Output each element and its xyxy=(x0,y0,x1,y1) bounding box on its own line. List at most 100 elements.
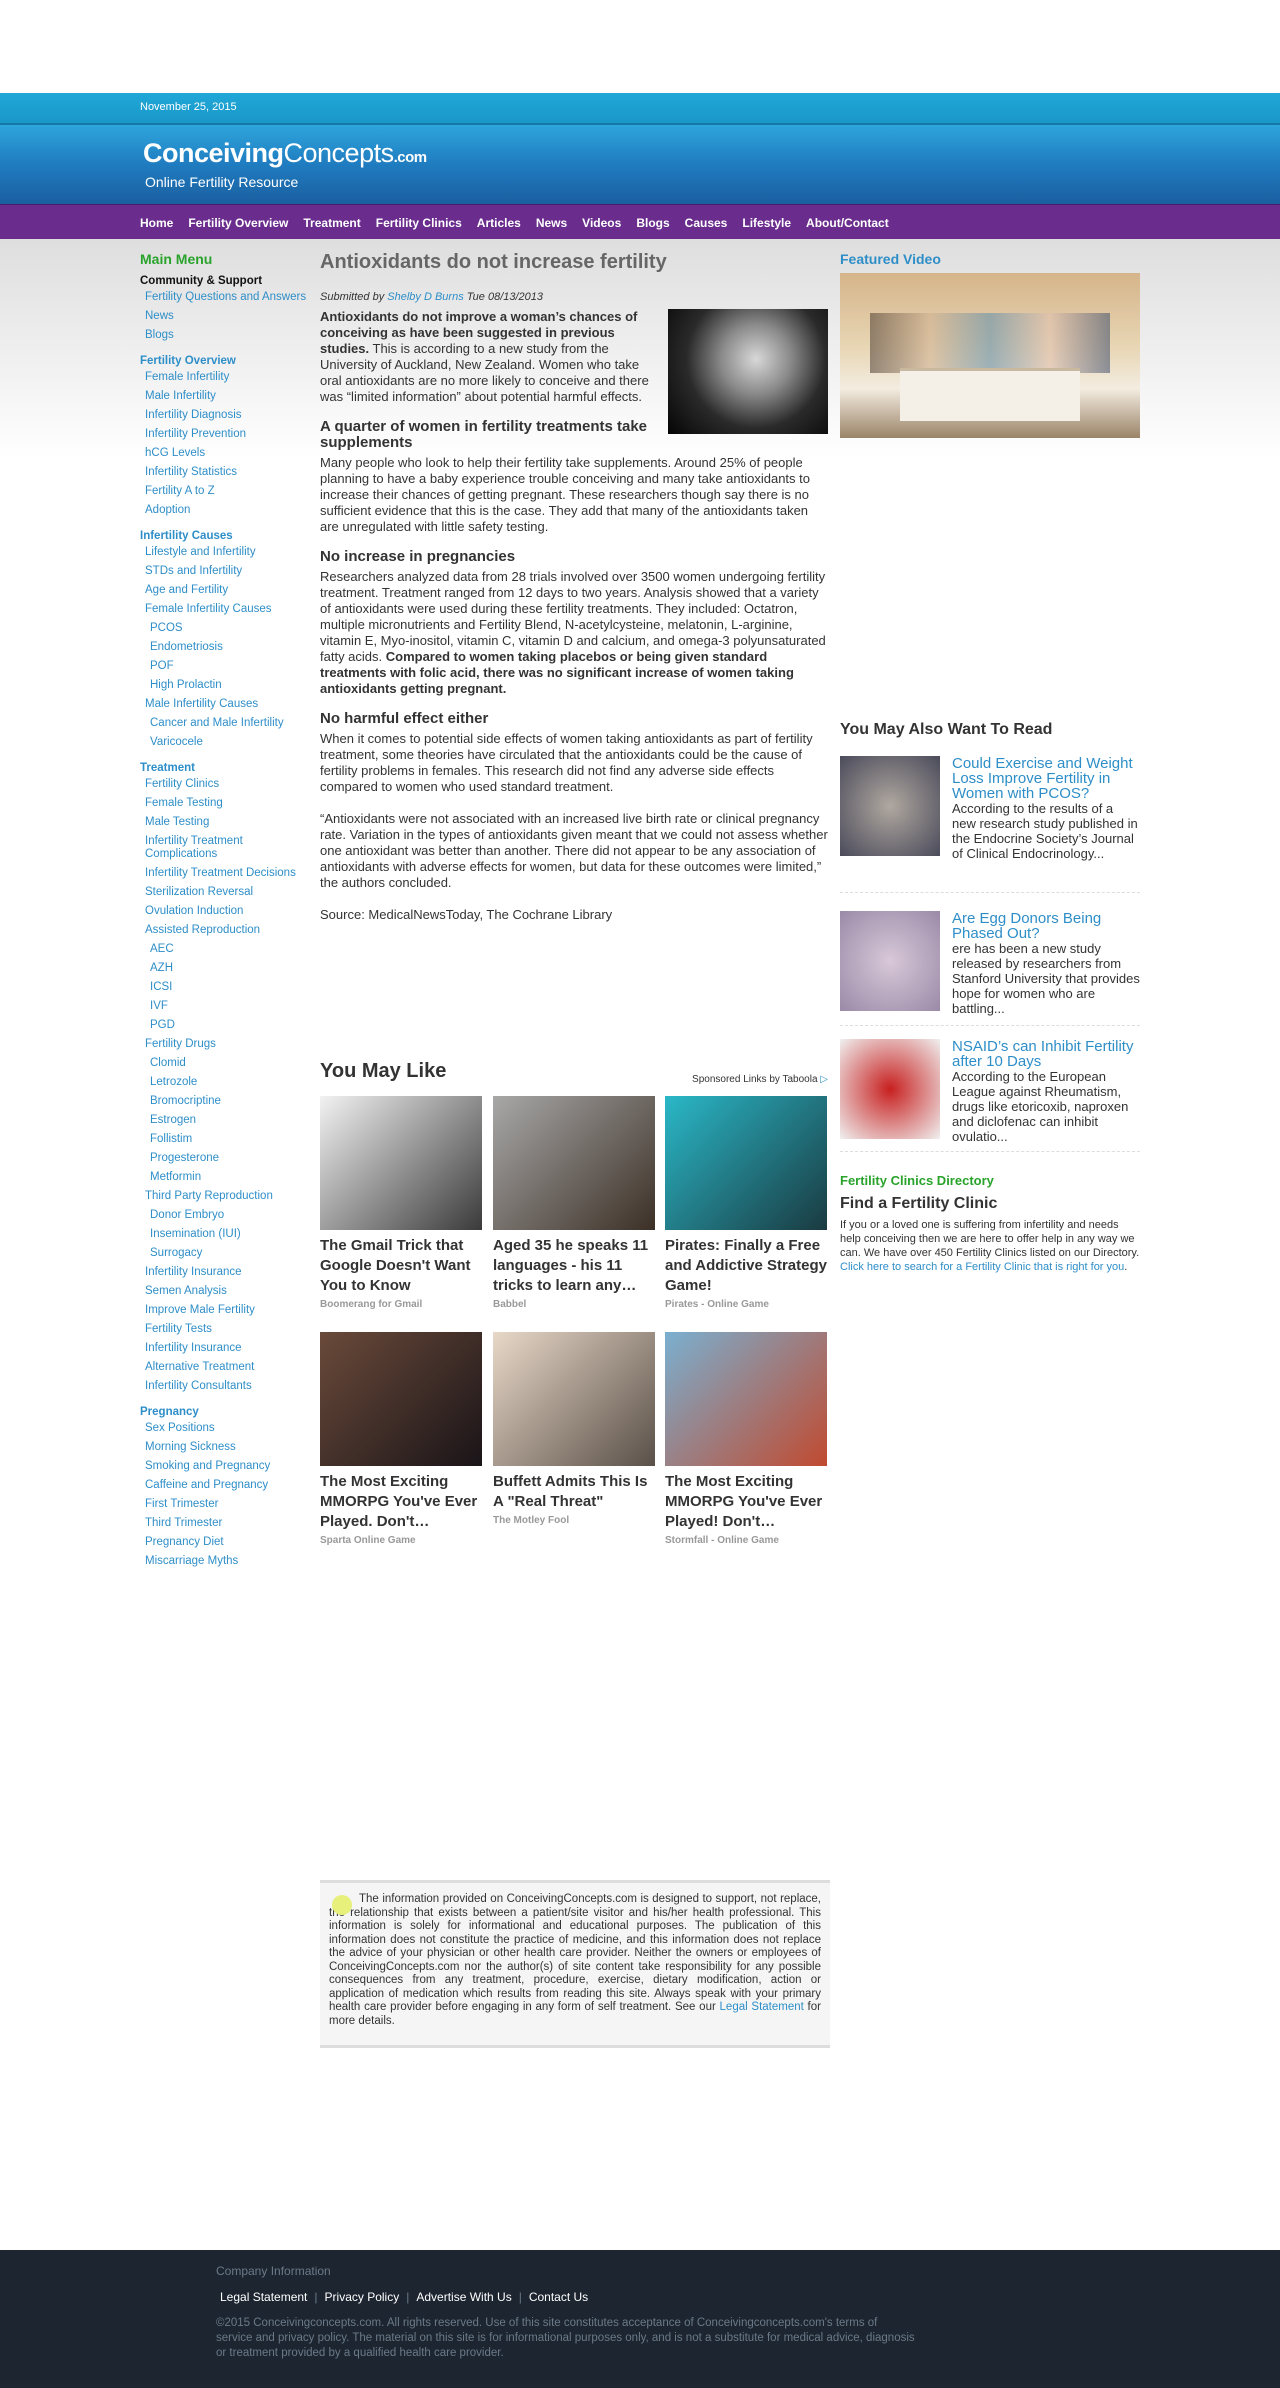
footer-link-privacy-policy[interactable]: Privacy Policy xyxy=(325,2290,400,2304)
sidebar-item-azh[interactable]: AZH xyxy=(150,962,310,975)
sidebar-item-fertility-drugs[interactable]: Fertility Drugs xyxy=(145,1038,310,1051)
nav-item-videos[interactable]: Videos xyxy=(582,216,621,230)
sidebar-item-infertility-insurance[interactable]: Infertility Insurance xyxy=(145,1342,310,1355)
sidebar-item-caffeine-and-pregnancy[interactable]: Caffeine and Pregnancy xyxy=(145,1479,310,1492)
sidebar-item-follistim[interactable]: Follistim xyxy=(150,1133,310,1146)
sidebar-item-endometriosis[interactable]: Endometriosis xyxy=(150,641,310,654)
sidebar-item-alternative-treatment[interactable]: Alternative Treatment xyxy=(145,1361,310,1374)
sidebar-section-pregnancy[interactable]: Pregnancy xyxy=(140,1406,310,1418)
sidebar-item-progesterone[interactable]: Progesterone xyxy=(150,1152,310,1165)
sidebar-item-fertility-tests[interactable]: Fertility Tests xyxy=(145,1323,310,1336)
sponsored-card[interactable]: The Gmail Trick that Google Doesn't Want… xyxy=(320,1096,482,1310)
sidebar-item-infertility-prevention[interactable]: Infertility Prevention xyxy=(145,428,310,441)
sidebar-item-bromocriptine[interactable]: Bromocriptine xyxy=(150,1095,310,1108)
sidebar-item-age-and-fertility[interactable]: Age and Fertility xyxy=(145,584,310,597)
sidebar-item-fertility-a-to-z[interactable]: Fertility A to Z xyxy=(145,485,310,498)
sponsored-card[interactable]: The Most Exciting MMORPG You've Ever Pla… xyxy=(665,1332,827,1546)
sponsored-card-title[interactable]: Buffett Admits This Is A "Real Threat" xyxy=(493,1472,655,1512)
nav-item-news[interactable]: News xyxy=(536,216,567,230)
sidebar-item-news[interactable]: News xyxy=(145,310,310,323)
sidebar-item-letrozole[interactable]: Letrozole xyxy=(150,1076,310,1089)
sponsored-card-image[interactable] xyxy=(320,1332,482,1466)
sidebar-item-high-prolactin[interactable]: High Prolactin xyxy=(150,679,310,692)
clinic-search-link[interactable]: Click here to search for a Fertility Cli… xyxy=(840,1261,1124,1273)
nav-item-lifestyle[interactable]: Lifestyle xyxy=(742,216,791,230)
sidebar-item-adoption[interactable]: Adoption xyxy=(145,504,310,517)
sidebar-item-male-testing[interactable]: Male Testing xyxy=(145,816,310,829)
sidebar-item-pgd[interactable]: PGD xyxy=(150,1019,310,1032)
sponsored-card-image[interactable] xyxy=(493,1332,655,1466)
sidebar-item-semen-analysis[interactable]: Semen Analysis xyxy=(145,1285,310,1298)
sidebar-item-sex-positions[interactable]: Sex Positions xyxy=(145,1422,310,1435)
sidebar-item-pcos[interactable]: PCOS xyxy=(150,622,310,635)
related-article-title[interactable]: Are Egg Donors Being Phased Out? xyxy=(952,911,1140,941)
sidebar-section-infertility-causes[interactable]: Infertility Causes xyxy=(140,530,310,542)
site-logo[interactable]: ConceivingConcepts.com Online Fertility … xyxy=(143,139,427,190)
sponsored-card-image[interactable] xyxy=(665,1096,827,1230)
sidebar-item-fertility-clinics[interactable]: Fertility Clinics xyxy=(145,778,310,791)
nav-item-treatment[interactable]: Treatment xyxy=(303,216,360,230)
sidebar-item-pof[interactable]: POF xyxy=(150,660,310,673)
sidebar-item-assisted-reproduction[interactable]: Assisted Reproduction xyxy=(145,924,310,937)
sidebar-item-hcg-levels[interactable]: hCG Levels xyxy=(145,447,310,460)
sidebar-item-male-infertility-causes[interactable]: Male Infertility Causes xyxy=(145,698,310,711)
sidebar-item-blogs[interactable]: Blogs xyxy=(145,329,310,342)
sidebar-item-morning-sickness[interactable]: Morning Sickness xyxy=(145,1441,310,1454)
sponsored-card[interactable]: Buffett Admits This Is A "Real Threat" Th… xyxy=(493,1332,655,1526)
sponsored-card-title[interactable]: The Gmail Trick that Google Doesn't Want… xyxy=(320,1236,482,1296)
sidebar-item-third-party-reproduction[interactable]: Third Party Reproduction xyxy=(145,1190,310,1203)
sidebar-item-surrogacy[interactable]: Surrogacy xyxy=(150,1247,310,1260)
nav-item-blogs[interactable]: Blogs xyxy=(636,216,669,230)
sponsored-links[interactable]: Sponsored Links by Taboola ▷ xyxy=(692,1074,828,1085)
footer-link-legal-statement[interactable]: Legal Statement xyxy=(220,2290,307,2304)
sidebar-item-sterilization-reversal[interactable]: Sterilization Reversal xyxy=(145,886,310,899)
sidebar-item-donor-embryo[interactable]: Donor Embryo xyxy=(150,1209,310,1222)
sidebar-item-stds-and-infertility[interactable]: STDs and Infertility xyxy=(145,565,310,578)
sidebar-section-treatment[interactable]: Treatment xyxy=(140,762,310,774)
sidebar-section-fertility-overview[interactable]: Fertility Overview xyxy=(140,355,310,367)
sponsored-card[interactable]: Pirates: Finally a Free and Addictive St… xyxy=(665,1096,827,1310)
sidebar-item-improve-male-fertility[interactable]: Improve Male Fertility xyxy=(145,1304,310,1317)
sidebar-item-infertility-treatment-complications[interactable]: Infertility Treatment Complications xyxy=(145,835,310,861)
sidebar-item-metformin[interactable]: Metformin xyxy=(150,1171,310,1184)
sidebar-item-infertility-diagnosis[interactable]: Infertility Diagnosis xyxy=(145,409,310,422)
sidebar-item-varicocele[interactable]: Varicocele xyxy=(150,736,310,749)
sidebar-item-third-trimester[interactable]: Third Trimester xyxy=(145,1517,310,1530)
related-article-title[interactable]: NSAID’s can Inhibit Fertility after 10 D… xyxy=(952,1039,1140,1069)
related-article-title[interactable]: Could Exercise and Weight Loss Improve F… xyxy=(952,756,1140,801)
related-article[interactable]: Could Exercise and Weight Loss Improve F… xyxy=(840,756,1140,893)
sidebar-item-infertility-consultants[interactable]: Infertility Consultants xyxy=(145,1380,310,1393)
nav-item-articles[interactable]: Articles xyxy=(477,216,521,230)
sidebar-item-ovulation-induction[interactable]: Ovulation Induction xyxy=(145,905,310,918)
nav-item-about-contact[interactable]: About/Contact xyxy=(806,216,889,230)
sponsored-card[interactable]: The Most Exciting MMORPG You've Ever Pla… xyxy=(320,1332,482,1546)
sidebar-item-female-testing[interactable]: Female Testing xyxy=(145,797,310,810)
sidebar-item-fertility-questions-and-answers[interactable]: Fertility Questions and Answers xyxy=(145,291,310,304)
legal-statement-link[interactable]: Legal Statement xyxy=(720,2001,804,2013)
sponsored-card-image[interactable] xyxy=(320,1096,482,1230)
footer-link-advertise-with-us[interactable]: Advertise With Us xyxy=(416,2290,511,2304)
sponsored-card-title[interactable]: The Most Exciting MMORPG You've Ever Pla… xyxy=(320,1472,482,1532)
author-link[interactable]: Shelby D Burns xyxy=(387,291,463,303)
related-article-image[interactable] xyxy=(840,1039,940,1139)
sponsored-card-title[interactable]: The Most Exciting MMORPG You've Ever Pla… xyxy=(665,1472,827,1532)
sponsored-card-title[interactable]: Aged 35 he speaks 11 languages - his 11 … xyxy=(493,1236,655,1296)
sidebar-item-smoking-and-pregnancy[interactable]: Smoking and Pregnancy xyxy=(145,1460,310,1473)
sidebar-item-pregnancy-diet[interactable]: Pregnancy Diet xyxy=(145,1536,310,1549)
sidebar-item-estrogen[interactable]: Estrogen xyxy=(150,1114,310,1127)
sidebar-item-infertility-treatment-decisions[interactable]: Infertility Treatment Decisions xyxy=(145,867,310,880)
nav-item-fertility-clinics[interactable]: Fertility Clinics xyxy=(376,216,462,230)
nav-item-fertility-overview[interactable]: Fertility Overview xyxy=(188,216,288,230)
sidebar-item-infertility-statistics[interactable]: Infertility Statistics xyxy=(145,466,310,479)
sidebar-item-female-infertility[interactable]: Female Infertility xyxy=(145,371,310,384)
sidebar-item-icsi[interactable]: ICSI xyxy=(150,981,310,994)
sidebar-item-lifestyle-and-infertility[interactable]: Lifestyle and Infertility xyxy=(145,546,310,559)
sidebar-item-ivf[interactable]: IVF xyxy=(150,1000,310,1013)
footer-link-contact-us[interactable]: Contact Us xyxy=(529,2290,588,2304)
related-article[interactable]: NSAID’s can Inhibit Fertility after 10 D… xyxy=(840,1039,1140,1152)
sidebar-item-cancer-and-male-infertility[interactable]: Cancer and Male Infertility xyxy=(150,717,310,730)
sidebar-item-female-infertility-causes[interactable]: Female Infertility Causes xyxy=(145,603,310,616)
sponsored-card[interactable]: Aged 35 he speaks 11 languages - his 11 … xyxy=(493,1096,655,1310)
sidebar-item-infertility-insurance[interactable]: Infertility Insurance xyxy=(145,1266,310,1279)
sidebar-item-clomid[interactable]: Clomid xyxy=(150,1057,310,1070)
